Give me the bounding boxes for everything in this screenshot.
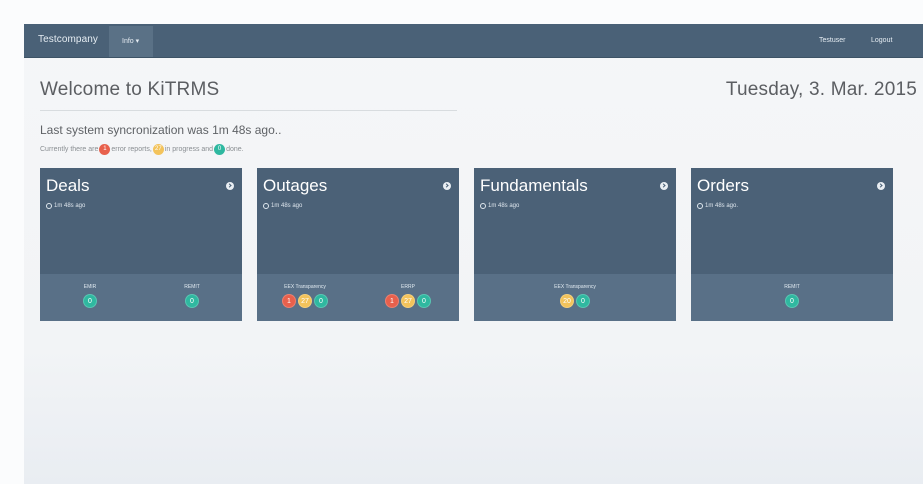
status-prefix: Currently there are: [40, 145, 99, 153]
arrow-right-circle-icon[interactable]: [226, 182, 234, 190]
title-divider: [40, 110, 457, 111]
orders-card-header: Orders 1m 48s ago.: [691, 168, 893, 274]
arrow-right-circle-icon[interactable]: [443, 182, 451, 190]
fundamentals-eex-badges: 20 0: [547, 294, 603, 308]
brand-link[interactable]: Testcompany: [38, 34, 98, 45]
top-navbar: Testcompany Info ▾ Testuser Logout: [24, 24, 923, 58]
deals-title: Deals: [46, 176, 90, 195]
orders-card[interactable]: Orders 1m 48s ago. REMIT 0: [691, 168, 893, 321]
deals-card-header: Deals 1m 48s ago: [40, 168, 242, 274]
outages-card-footer: EEX Transparency 1 27 0 ERRP 1 27 0: [257, 274, 459, 321]
deals-remit-done-badge[interactable]: 0: [185, 294, 199, 308]
fundamentals-card-footer: EEX Transparency 20 0: [474, 274, 676, 321]
deals-card-footer: EMIR 0 REMIT 0: [40, 274, 242, 321]
current-date: Tuesday, 3. Mar. 2015: [725, 79, 917, 100]
deals-emir-done-badge[interactable]: 0: [83, 294, 97, 308]
orders-card-footer: REMIT 0: [691, 274, 893, 321]
error-status-text: error reports,: [111, 145, 152, 153]
outages-eex-badges: 1 27 0: [275, 294, 335, 308]
outages-errp-label: ERRP: [401, 284, 415, 290]
done-status-text: done.: [226, 145, 244, 153]
fundamentals-title: Fundamentals: [480, 176, 588, 195]
outages-eex-error-badge[interactable]: 1: [282, 294, 296, 308]
deals-card[interactable]: Deals 1m 48s ago EMIR 0 REMIT 0: [40, 168, 242, 321]
deals-time-text: 1m 48s ago: [54, 203, 86, 209]
outages-time: 1m 48s ago: [263, 203, 302, 209]
deals-emir-badges: 0: [74, 294, 106, 308]
outages-errp-progress-badge[interactable]: 27: [401, 294, 415, 308]
clock-icon: [480, 203, 486, 209]
outages-eex-progress-badge[interactable]: 27: [298, 294, 312, 308]
outages-errp-group[interactable]: ERRP 1 27 0: [378, 284, 438, 308]
arrow-right-circle-icon[interactable]: [660, 182, 668, 190]
outages-card-header: Outages 1m 48s ago: [257, 168, 459, 274]
deals-time: 1m 48s ago: [46, 203, 85, 209]
app-window: Testcompany Info ▾ Testuser Logout Welco…: [24, 24, 923, 484]
fundamentals-eex-done-badge[interactable]: 0: [576, 294, 590, 308]
outages-errp-badges: 1 27 0: [378, 294, 438, 308]
fundamentals-eex-group[interactable]: EEX Transparency 20 0: [547, 284, 603, 308]
outages-eex-group[interactable]: EEX Transparency 1 27 0: [275, 284, 335, 308]
fundamentals-time: 1m 48s ago: [480, 203, 519, 209]
outages-title: Outages: [263, 176, 328, 195]
outages-eex-done-badge[interactable]: 0: [314, 294, 328, 308]
outages-errp-done-badge[interactable]: 0: [417, 294, 431, 308]
fundamentals-eex-progress-badge[interactable]: 20: [560, 294, 574, 308]
page-title: Welcome to KiTRMS: [40, 79, 220, 100]
progress-status-text: in progress and: [164, 145, 214, 153]
outages-card[interactable]: Outages 1m 48s ago EEX Transparency 1 27…: [257, 168, 459, 321]
fundamentals-time-text: 1m 48s ago: [488, 203, 520, 209]
info-menu-button[interactable]: Info ▾: [109, 26, 153, 57]
orders-remit-group[interactable]: REMIT 0: [773, 284, 811, 308]
clock-icon: [263, 203, 269, 209]
deals-emir-group[interactable]: EMIR 0: [74, 284, 106, 308]
progress-count-badge: 27: [152, 143, 164, 155]
arrow-right-circle-icon[interactable]: [877, 182, 885, 190]
deals-emir-label: EMIR: [83, 284, 97, 290]
done-count-badge: 0: [214, 143, 226, 155]
orders-title: Orders: [697, 176, 749, 195]
fundamentals-card-header: Fundamentals 1m 48s ago: [474, 168, 676, 274]
clock-icon: [46, 203, 52, 209]
outages-eex-label: EEX Transparency: [284, 284, 326, 290]
deals-remit-label: REMIT: [184, 284, 200, 290]
orders-remit-label: REMIT: [784, 284, 800, 290]
orders-time-text: 1m 48s ago.: [705, 203, 739, 209]
fundamentals-card[interactable]: Fundamentals 1m 48s ago EEX Transparency…: [474, 168, 676, 321]
screenshot-canvas: Testcompany Info ▾ Testuser Logout Welco…: [0, 0, 923, 484]
orders-time: 1m 48s ago.: [697, 203, 738, 209]
report-status-summary: Currently there are 1 error reports, 27 …: [40, 143, 244, 155]
clock-icon: [697, 203, 703, 209]
orders-remit-done-badge[interactable]: 0: [785, 294, 799, 308]
sync-message: Last system syncronization was 1m 48s ag…: [40, 123, 282, 137]
logout-link[interactable]: Logout: [871, 37, 892, 44]
fundamentals-eex-label: EEX Transparency: [554, 284, 596, 290]
orders-remit-badges: 0: [773, 294, 811, 308]
outages-errp-error-badge[interactable]: 1: [385, 294, 399, 308]
deals-remit-badges: 0: [176, 294, 208, 308]
error-count-badge: 1: [99, 143, 111, 155]
info-menu-label: Info ▾: [122, 38, 140, 45]
user-link[interactable]: Testuser: [819, 37, 845, 44]
deals-remit-group[interactable]: REMIT 0: [176, 284, 208, 308]
outages-time-text: 1m 48s ago: [271, 203, 303, 209]
